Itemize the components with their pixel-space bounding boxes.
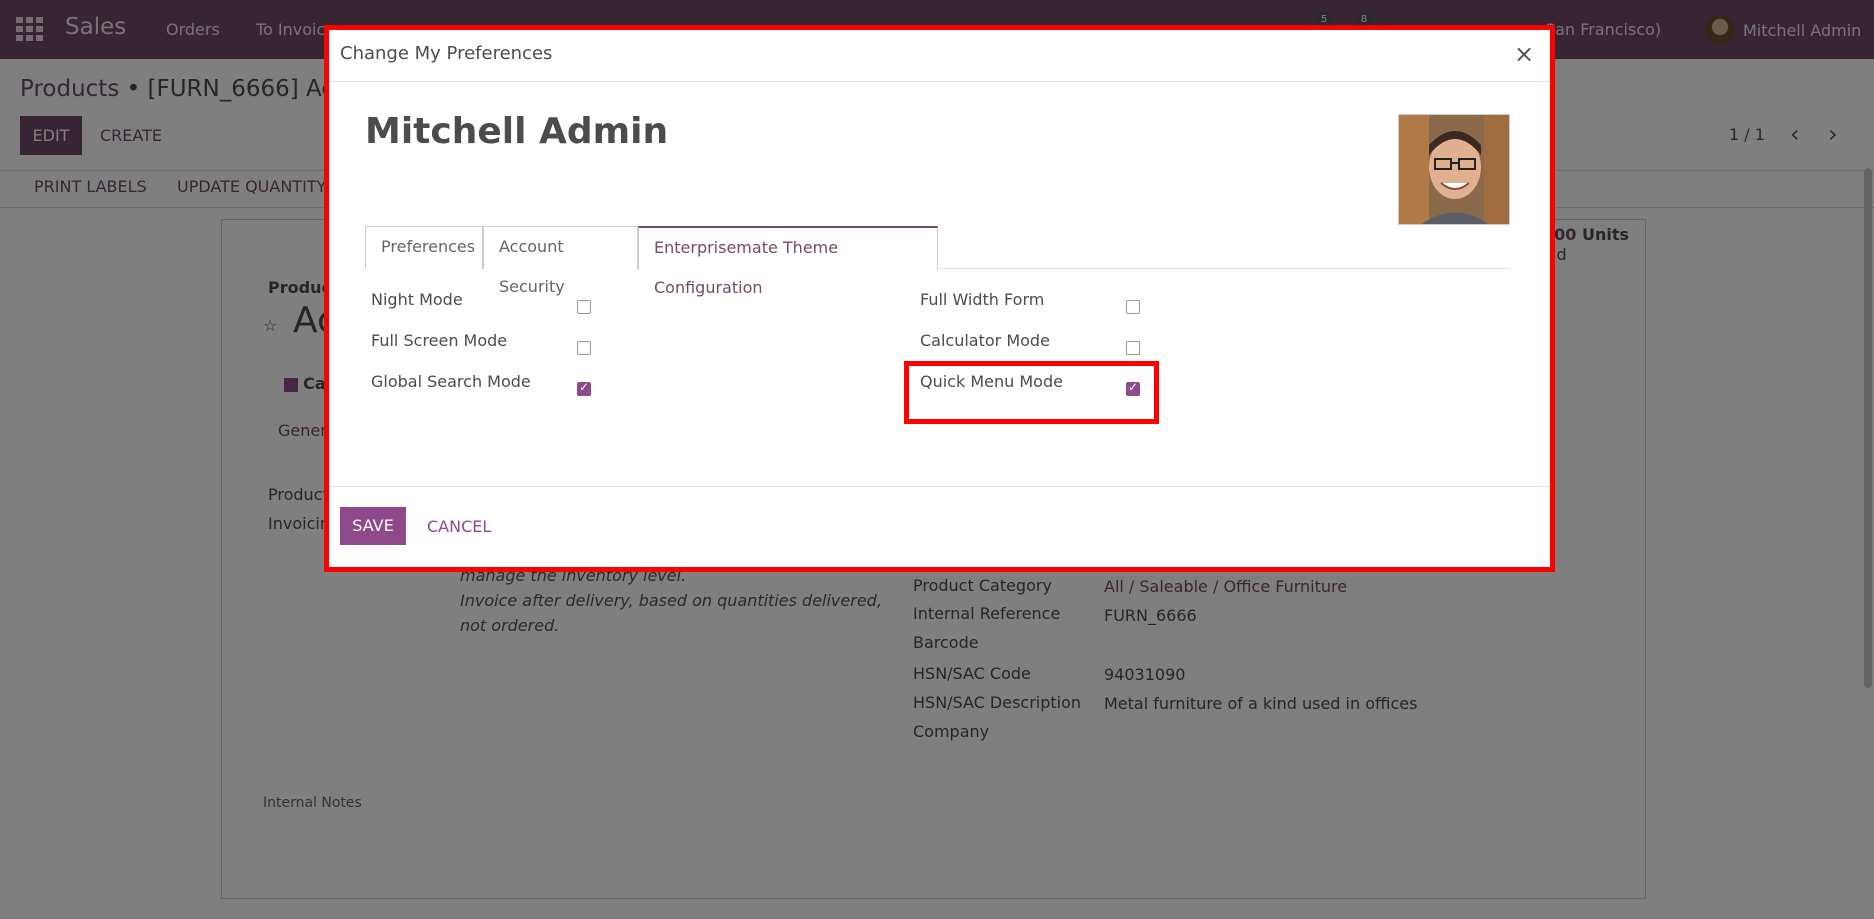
full-screen-mode-checkbox[interactable] <box>577 341 591 355</box>
tab-enterprisemate-theme[interactable]: Enterprisemate Theme Configuration <box>638 226 938 297</box>
close-icon[interactable]: × <box>1514 40 1534 68</box>
full-width-form-checkbox[interactable] <box>1126 300 1140 314</box>
night-mode-checkbox[interactable] <box>577 300 591 314</box>
calculator-mode-checkbox[interactable] <box>1126 341 1140 355</box>
quick-menu-mode-checkbox[interactable] <box>1126 380 1140 396</box>
quick-menu-highlight-box <box>904 361 1159 424</box>
night-mode-label: Night Mode <box>371 290 463 309</box>
calculator-mode-label: Calculator Mode <box>920 331 1050 350</box>
cancel-button[interactable]: CANCEL <box>427 517 491 536</box>
dialog-title: Change My Preferences <box>340 43 553 64</box>
preferences-dialog: Change My Preferences × Mitchell Admin P… <box>326 26 1553 569</box>
tab-account-security[interactable]: Account Security <box>483 226 638 296</box>
tab-preferences[interactable]: Preferences <box>365 226 483 269</box>
user-photo[interactable] <box>1398 114 1510 225</box>
save-button[interactable]: SAVE <box>340 507 406 545</box>
user-name-heading: Mitchell Admin <box>365 111 669 152</box>
dialog-footer: SAVE CANCEL <box>326 486 1553 569</box>
quick-menu-mode-label: Quick Menu Mode <box>920 372 1063 391</box>
full-width-form-label: Full Width Form <box>920 290 1045 309</box>
dialog-header: Change My Preferences × <box>326 26 1553 82</box>
global-search-mode-label: Global Search Mode <box>371 372 531 391</box>
global-search-mode-checkbox[interactable] <box>577 380 591 396</box>
full-screen-mode-label: Full Screen Mode <box>371 331 508 350</box>
